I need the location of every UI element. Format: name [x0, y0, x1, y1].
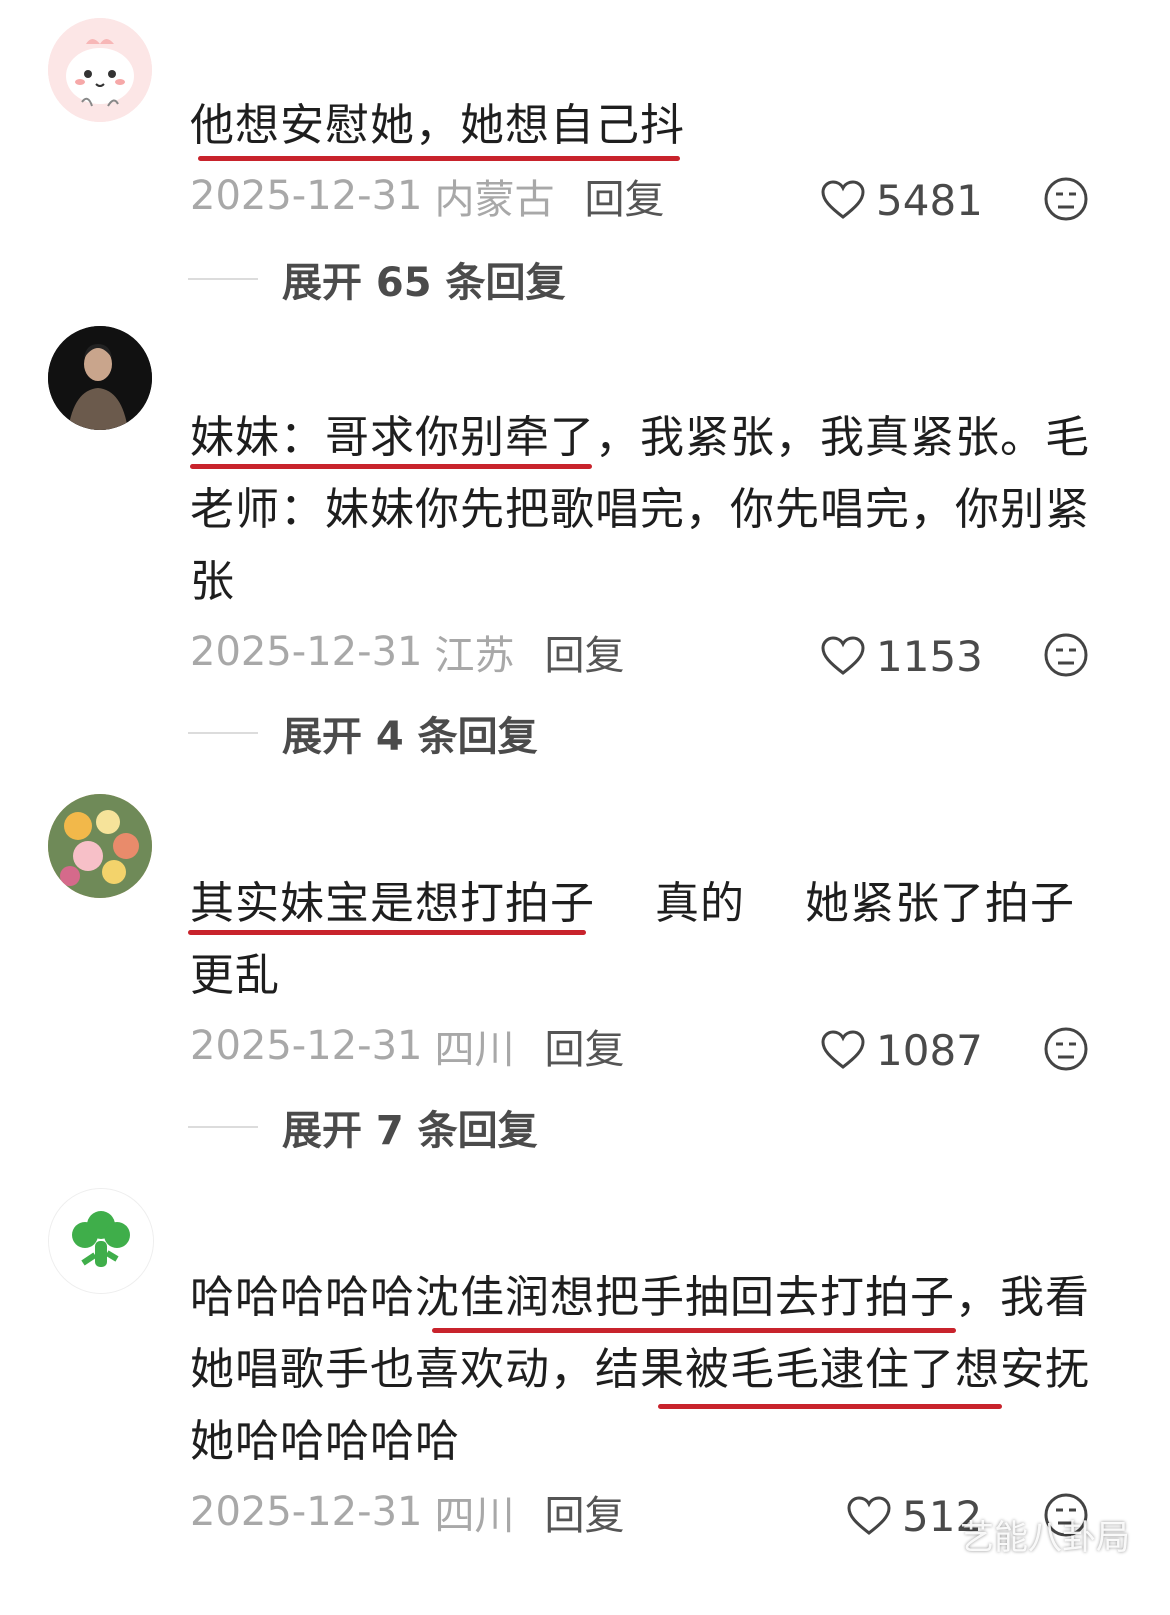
avatar-flowers-icon — [48, 794, 152, 898]
avatar[interactable] — [48, 326, 152, 430]
comment-meta: 2025-12-31 四川 回复 — [190, 1482, 624, 1542]
like-button[interactable]: 1087 — [820, 1020, 983, 1080]
comment-location: 内蒙古 — [434, 177, 555, 223]
expand-replies-button[interactable]: 展开 7 条回复 — [188, 1102, 538, 1154]
expand-replies-button[interactable]: 展开 65 条回复 — [188, 254, 566, 306]
comment-text: 妹妹：哥求你别牵了，我紧张，我真紧张。毛老师：妹妹你先把歌唱完，你先唱完，你别紧… — [190, 412, 1090, 607]
comment-meta: 2025-12-31 内蒙古 回复 — [190, 166, 664, 226]
highlight-underline — [198, 156, 680, 161]
expand-replies-button[interactable]: 展开 4 条回复 — [188, 708, 538, 760]
avatar[interactable] — [48, 794, 152, 898]
highlight-underline — [432, 1328, 956, 1333]
heart-outline-icon — [821, 636, 865, 675]
avatar-broccoli-icon — [49, 1189, 153, 1293]
highlight-underline — [658, 1404, 1002, 1409]
avatar-cartoon-icon — [48, 18, 152, 122]
comment-location: 江苏 — [434, 633, 515, 679]
like-count: 1087 — [876, 1025, 983, 1075]
reply-button[interactable]: 回复 — [584, 167, 664, 225]
comment-location: 四川 — [434, 1027, 515, 1073]
like-count: 5481 — [876, 175, 983, 225]
divider-line — [188, 1126, 258, 1128]
comment-text: 他想安慰她，她想自己抖 — [190, 100, 685, 151]
highlight-underline — [188, 930, 586, 935]
comment-meta: 2025-12-31 江苏 回复 — [190, 622, 624, 682]
like-button[interactable]: 1153 — [820, 626, 983, 686]
comment-date: 2025-12-31 — [190, 1023, 423, 1069]
heart-outline-icon — [821, 180, 865, 219]
comment-date: 2025-12-31 — [190, 629, 423, 675]
comment-meta: 2025-12-31 四川 回复 — [190, 1016, 624, 1076]
expand-replies-label: 展开 65 条回复 — [282, 260, 566, 306]
comment-date: 2025-12-31 — [190, 173, 423, 219]
comment-text: 其实妹宝是想打拍子 真的 她紧张了拍子更乱 — [190, 878, 1075, 1001]
like-count: 1153 — [876, 631, 983, 681]
neutral-face-emoji-icon[interactable] — [1043, 176, 1089, 222]
reply-button[interactable]: 回复 — [544, 623, 624, 681]
divider-line — [188, 732, 258, 734]
heart-outline-icon — [847, 1496, 891, 1535]
comment-location: 四川 — [434, 1493, 515, 1539]
neutral-face-emoji-icon[interactable] — [1043, 1026, 1089, 1072]
comment-date: 2025-12-31 — [190, 1489, 423, 1535]
reply-button[interactable]: 回复 — [544, 1017, 624, 1075]
like-button[interactable]: 5481 — [820, 170, 983, 230]
avatar[interactable] — [48, 18, 152, 122]
avatar-photo-icon — [48, 326, 152, 430]
avatar[interactable] — [48, 1188, 154, 1294]
highlight-underline — [190, 464, 592, 469]
expand-replies-label: 展开 4 条回复 — [282, 714, 538, 760]
neutral-face-emoji-icon[interactable] — [1043, 632, 1089, 678]
comment-text: 哈哈哈哈哈沈佳润想把手抽回去打拍子，我看她唱歌手也喜欢动，结果被毛毛逮住了想安抚… — [190, 1272, 1090, 1467]
reply-button[interactable]: 回复 — [544, 1483, 624, 1541]
expand-replies-label: 展开 7 条回复 — [282, 1108, 538, 1154]
heart-outline-icon — [821, 1030, 865, 1069]
watermark-text: 艺能八卦局 — [960, 1518, 1130, 1558]
divider-line — [188, 278, 258, 280]
